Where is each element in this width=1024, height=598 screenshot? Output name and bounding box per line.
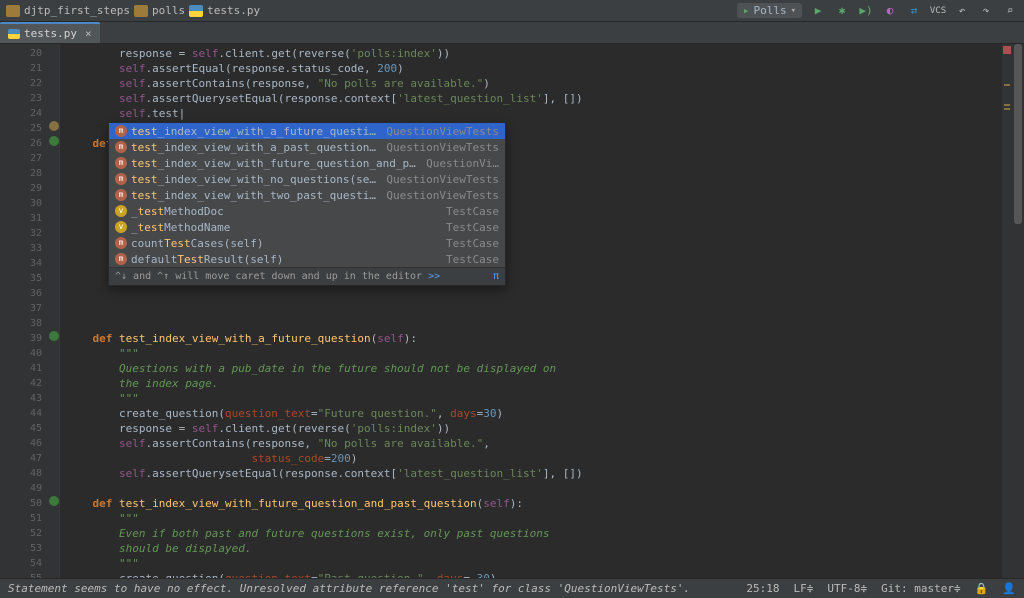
method-icon: m — [115, 157, 127, 169]
python-icon — [189, 5, 203, 17]
file-encoding[interactable]: UTF-8≑ — [827, 582, 867, 595]
crumb-label: polls — [152, 4, 185, 17]
method-icon: m — [115, 237, 127, 249]
warn-mark[interactable] — [1004, 104, 1010, 106]
method-icon: m — [115, 253, 127, 265]
crumb-label: djtp_first_steps — [24, 4, 130, 17]
close-icon[interactable]: × — [85, 27, 92, 40]
breadcrumbs: djtp_first_steps polls tests.py — [6, 4, 260, 17]
autocomplete-item[interactable]: mtest_index_view_with_a_past_question(se… — [109, 139, 505, 155]
autocomplete-item[interactable]: mdefaultTestResult(self)TestCase — [109, 251, 505, 267]
autocomplete-item[interactable]: mcountTestCases(self)TestCase — [109, 235, 505, 251]
hector-icon[interactable]: 👤 — [1002, 582, 1016, 595]
debug-button[interactable]: ✱ — [834, 3, 850, 19]
caret-position[interactable]: 25:18 — [746, 582, 779, 595]
search-icon[interactable]: ⌕ — [1002, 3, 1018, 19]
folder-icon — [134, 5, 148, 17]
autocomplete-item[interactable]: mtest_index_view_with_two_past_questions… — [109, 187, 505, 203]
method-icon: m — [115, 141, 127, 153]
run-marker[interactable] — [49, 331, 59, 341]
python-icon — [8, 29, 20, 39]
gutter-marks — [48, 44, 60, 578]
status-bar: Statement seems to have no effect. Unres… — [0, 578, 1024, 598]
gutter: 2021222324252627282930313233343536373839… — [0, 44, 48, 578]
method-icon: m — [115, 173, 127, 185]
method-icon: m — [115, 125, 127, 137]
editor[interactable]: 2021222324252627282930313233343536373839… — [0, 44, 1024, 578]
error-stripe — [1002, 44, 1012, 578]
scrollbar-thumb[interactable] — [1014, 44, 1022, 224]
run-marker[interactable] — [49, 136, 59, 146]
warn-mark[interactable] — [1004, 108, 1010, 110]
method-icon: m — [115, 189, 127, 201]
crumb-file[interactable]: tests.py — [189, 4, 260, 17]
vertical-scrollbar[interactable] — [1012, 44, 1024, 578]
more-link[interactable]: >> — [428, 271, 440, 282]
navbar: djtp_first_steps polls tests.py ▸Polls▾ … — [0, 0, 1024, 22]
run-marker[interactable] — [49, 496, 59, 506]
history-icon[interactable]: ↶ — [954, 3, 970, 19]
status-message: Statement seems to have no effect. Unres… — [8, 582, 732, 595]
error-indicator[interactable] — [1003, 46, 1011, 54]
autocomplete-hint: ^↓ and ^↑ will move caret down and up in… — [109, 267, 505, 285]
readonly-icon[interactable]: 🔒 — [975, 582, 989, 595]
autocomplete-item[interactable]: mtest_index_view_with_no_questions(self)… — [109, 171, 505, 187]
run-config-selector[interactable]: ▸Polls▾ — [737, 3, 802, 18]
tab-tests-py[interactable]: tests.py× — [0, 22, 100, 43]
redo-icon[interactable]: ↷ — [978, 3, 994, 19]
warn-mark[interactable] — [1004, 84, 1010, 86]
field-icon: v — [115, 221, 127, 233]
autocomplete-item[interactable]: v_testMethodNameTestCase — [109, 219, 505, 235]
run-icon: ▸ — [743, 4, 750, 17]
crumb-folder[interactable]: polls — [134, 4, 185, 17]
autocomplete-popup[interactable]: mtest_index_view_with_a_future_question(… — [108, 122, 506, 286]
toolbar: ▸Polls▾ ▶ ✱ ▶) ◐ ⇄ VCS ↶ ↷ ⌕ — [737, 3, 1018, 19]
vcs-update-icon[interactable]: ⇄ — [906, 3, 922, 19]
warning-marker[interactable] — [49, 121, 59, 131]
field-icon: v — [115, 205, 127, 217]
line-separator[interactable]: LF≑ — [793, 582, 813, 595]
autocomplete-item[interactable]: mtest_index_view_with_a_future_question(… — [109, 123, 505, 139]
run-button[interactable]: ▶ — [810, 3, 826, 19]
git-branch[interactable]: Git: master≑ — [881, 582, 960, 595]
autocomplete-item[interactable]: v_testMethodDocTestCase — [109, 203, 505, 219]
profiler-button[interactable]: ◐ — [882, 3, 898, 19]
crumb-project[interactable]: djtp_first_steps — [6, 4, 130, 17]
crumb-label: tests.py — [207, 4, 260, 17]
editor-tabs: tests.py× — [0, 22, 1024, 44]
autocomplete-item[interactable]: mtest_index_view_with_future_question_an… — [109, 155, 505, 171]
dropdown-icon: ▾ — [791, 6, 796, 16]
folder-icon — [6, 5, 20, 17]
vcs-label: VCS — [930, 3, 946, 19]
coverage-button[interactable]: ▶) — [858, 3, 874, 19]
